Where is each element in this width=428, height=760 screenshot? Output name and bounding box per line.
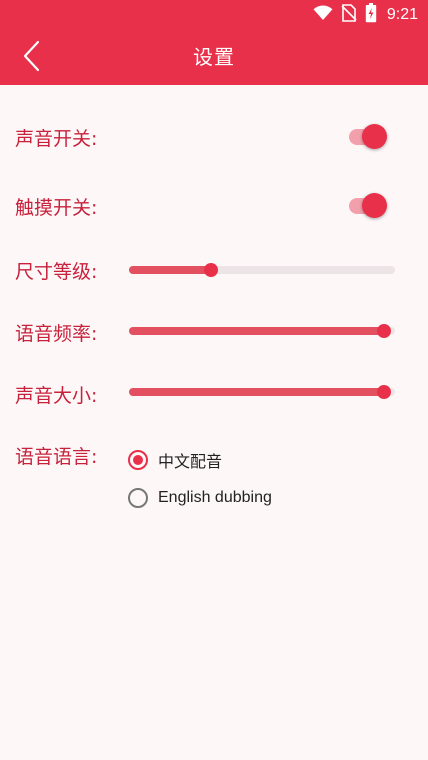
volume-slider[interactable] [129, 382, 395, 402]
volume-knob[interactable] [377, 385, 391, 399]
radio-option-chinese[interactable]: 中文配音 [128, 447, 222, 473]
page-title: 设置 [193, 45, 235, 69]
touch-switch[interactable] [345, 193, 389, 219]
sound-switch-label: 声音开关: [15, 128, 98, 150]
voice-rate-label: 语音频率: [15, 323, 98, 345]
sound-switch[interactable] [345, 124, 389, 150]
radio-unchecked-icon [128, 488, 148, 508]
voice-language-label: 语音语言: [15, 446, 98, 468]
size-level-slider[interactable] [129, 260, 395, 280]
status-icons: 9:21 [313, 3, 418, 27]
app-bar: 设置 [0, 30, 428, 85]
chevron-left-icon [22, 40, 42, 76]
volume-label: 声音大小: [15, 385, 98, 407]
no-sim-icon [341, 4, 357, 26]
volume-fill [129, 388, 384, 396]
radio-checked-icon [128, 450, 148, 470]
size-level-knob[interactable] [204, 263, 218, 277]
voice-rate-knob[interactable] [377, 324, 391, 338]
size-level-label: 尺寸等级: [15, 261, 98, 283]
size-level-fill [129, 266, 211, 274]
sound-switch-thumb [362, 124, 387, 149]
status-time: 9:21 [386, 6, 418, 23]
radio-label-chinese: 中文配音 [158, 454, 223, 471]
voice-rate-fill [129, 327, 384, 335]
voice-rate-slider[interactable] [129, 321, 395, 341]
back-button[interactable] [14, 38, 50, 78]
radio-option-english[interactable]: English dubbing [128, 485, 272, 511]
battery-charging-icon [365, 3, 377, 27]
status-bar: 9:21 [0, 0, 428, 30]
radio-label-english: English dubbing [158, 489, 272, 506]
wifi-icon [313, 5, 333, 25]
touch-switch-thumb [362, 193, 387, 218]
touch-switch-label: 触摸开关: [15, 197, 98, 219]
settings-screen: 9:21 设置 声音开关: 触摸开关: 尺寸等级: 语音频率: 声音大小: 语音… [0, 0, 428, 760]
